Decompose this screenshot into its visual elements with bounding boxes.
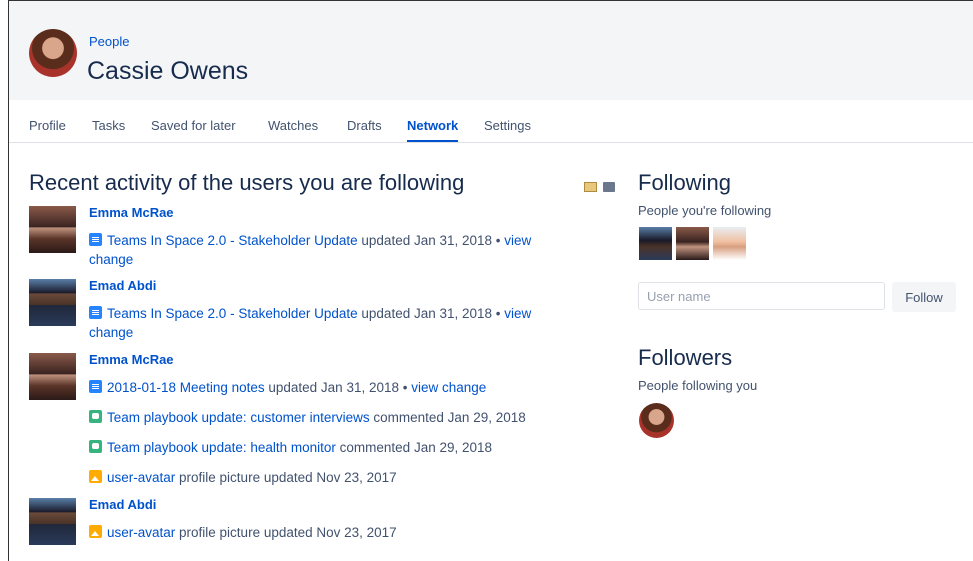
activity-link[interactable]: Teams In Space 2.0 - Stakeholder Update [107,233,358,248]
profile-tabs: Profile Tasks Saved for later Watches Dr… [9,100,973,143]
tab-saved-for-later[interactable]: Saved for later [151,118,236,133]
activity-link[interactable]: user-avatar [107,470,175,485]
tab-tasks[interactable]: Tasks [92,118,125,133]
view-change-link[interactable]: view change [411,380,486,395]
activity-text: commented Jan 29, 2018 [369,410,526,425]
page-title: Cassie Owens [87,57,249,85]
user-avatar-emad-abdi[interactable] [29,498,76,545]
following-heading: Following [638,170,731,195]
followers-heading: Followers [638,345,733,370]
tab-settings[interactable]: Settings [484,118,531,133]
feed-icons [582,179,616,197]
activity-item: 2018-01-18 Meeting notes updated Jan 31,… [89,378,579,397]
user-name-input[interactable] [638,282,885,310]
profile-avatar [29,29,77,77]
activity-item: user-avatar profile picture updated Nov … [89,523,579,542]
activity-link[interactable]: 2018-01-18 Meeting notes [107,380,265,395]
activity-link[interactable]: Team playbook update: health monitor [107,440,336,455]
user-avatar-emma-mcrae[interactable] [29,206,76,253]
tab-drafts[interactable]: Drafts [347,118,382,133]
activity-heading: Recent activity of the users you are fol… [29,170,465,195]
activity-item: Teams In Space 2.0 - Stakeholder Update … [89,231,579,269]
activity-text: updated Jan 31, 2018 • [357,306,505,321]
profile-header: People Cassie Owens [9,1,973,100]
rss-feed-icon[interactable] [603,182,616,192]
activity-text: updated Jan 31, 2018 • [264,380,412,395]
breadcrumb-people[interactable]: People [89,34,129,49]
comment-icon [89,440,102,453]
page-icon [89,233,102,246]
follow-button[interactable]: Follow [892,282,956,312]
user-avatar-emma-mcrae[interactable] [29,353,76,400]
page-icon [89,380,102,393]
page-icon [89,306,102,319]
following-avatar-emma-mcrae[interactable] [676,227,709,260]
activity-text: profile picture updated Nov 23, 2017 [175,525,397,540]
activity-link[interactable]: Team playbook update: customer interview… [107,410,370,425]
activity-user-name[interactable]: Emma McRae [89,205,174,220]
following-subheading: People you're following [638,203,772,218]
picture-icon [89,525,102,538]
activity-item: Teams In Space 2.0 - Stakeholder Update … [89,304,579,342]
comment-icon [89,410,102,423]
following-avatar-user[interactable] [713,227,746,260]
follower-avatar[interactable] [639,403,674,438]
tab-profile[interactable]: Profile [29,118,66,133]
picture-icon [89,470,102,483]
tab-watches[interactable]: Watches [268,118,318,133]
followers-subheading: People following you [638,378,758,393]
activity-item: Team playbook update: health monitor com… [89,438,579,457]
user-avatar-emad-abdi[interactable] [29,279,76,326]
activity-user-name[interactable]: Emma McRae [89,352,174,367]
activity-user-name[interactable]: Emad Abdi [89,278,156,293]
activity-link[interactable]: user-avatar [107,525,175,540]
activity-text: commented Jan 29, 2018 [335,440,493,455]
activity-item: user-avatar profile picture updated Nov … [89,468,579,487]
email-subscribe-icon[interactable] [584,182,597,192]
following-avatar-emad-abdi[interactable] [639,227,672,260]
app-frame: People Cassie Owens Profile Tasks Saved … [8,0,973,561]
tab-network[interactable]: Network [407,118,459,142]
activity-text: profile picture updated Nov 23, 2017 [175,470,397,485]
activity-item: Team playbook update: customer interview… [89,408,579,427]
activity-link[interactable]: Teams In Space 2.0 - Stakeholder Update [107,306,358,321]
activity-text: updated Jan 31, 2018 • [357,233,505,248]
activity-user-name[interactable]: Emad Abdi [89,497,156,512]
